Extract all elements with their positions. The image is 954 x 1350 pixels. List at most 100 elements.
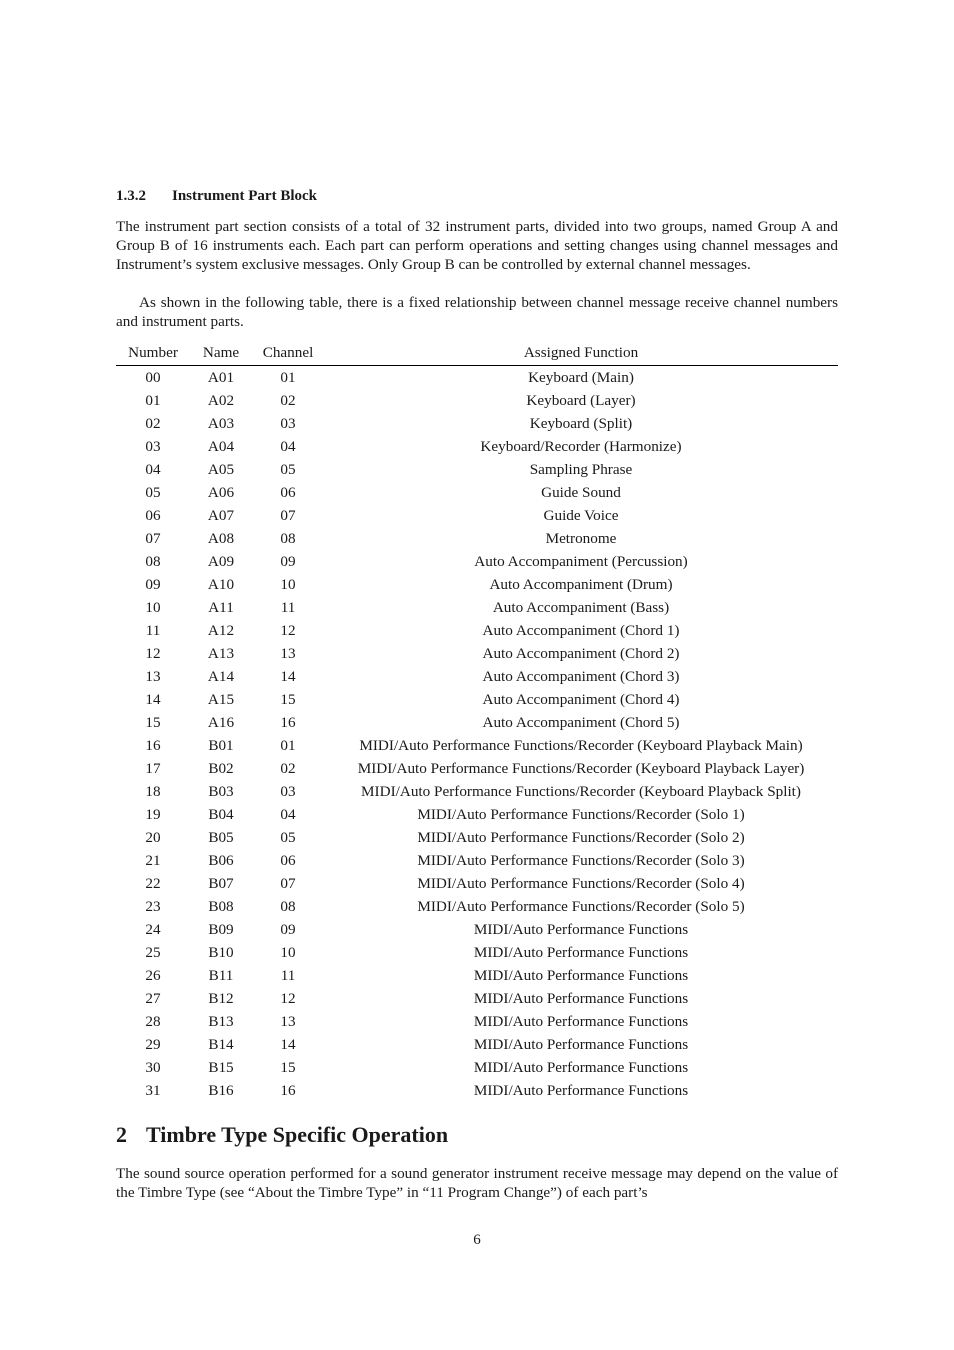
cell-assigned-function: Sampling Phrase [529,460,633,478]
table-row: 10 A11 11 Auto Accompaniment (Bass) [116,596,838,619]
cell-assigned-function: Auto Accompaniment (Chord 5) [482,713,680,731]
cell-assigned-function: MIDI/Auto Performance Functions [473,1081,689,1099]
table-row: 08 A09 09 Auto Accompaniment (Percussion) [116,550,838,573]
header-channel: Channel [252,344,324,366]
table-row: 02 A03 03 Keyboard (Split) [116,412,838,435]
cell-name: A04 [207,437,235,455]
cell-assigned-function: Auto Accompaniment (Chord 2) [482,644,680,662]
table-row: 13 A14 14 Auto Accompaniment (Chord 3) [116,665,838,688]
cell-name: A05 [207,460,235,478]
cell-name: A13 [207,644,235,662]
cell-name: B02 [208,759,234,777]
cell-channel: 01 [280,736,296,754]
cell-number: 20 [145,828,161,846]
cell-name: A06 [207,483,235,501]
cell-number: 03 [145,437,161,455]
cell-channel: 16 [280,713,296,731]
cell-assigned-function: Auto Accompaniment (Chord 1) [482,621,680,639]
cell-assigned-function: MIDI/Auto Performance Functions/Recorder… [417,851,745,869]
table-body: 00 A01 01 Keyboard (Main) 01 A02 02 Keyboard (L… [116,366,838,1103]
cell-number: 13 [145,667,161,685]
cell-assigned-function: Guide Voice [543,506,619,524]
cell-number: 16 [145,736,161,754]
table-row: 19 B04 04 MIDI/Auto Performance Functions/R… [116,803,838,826]
cell-number: 30 [145,1058,161,1076]
cell-assigned-function: MIDI/Auto Performance Functions/Recorder… [417,874,745,892]
cell-name: A01 [207,368,235,386]
cell-assigned-function: Keyboard/Recorder (Harmonize) [480,437,682,455]
cell-channel: 04 [280,805,296,823]
cell-number: 14 [145,690,161,708]
document-page: 1.3.2 Instrument Part Block The instrumen… [0,0,954,1350]
cell-channel: 15 [280,1058,296,1076]
cell-channel: 05 [280,460,296,478]
table-row: 01 A02 02 Keyboard (Layer) [116,389,838,412]
cell-assigned-function: Keyboard (Split) [529,414,633,432]
cell-assigned-function: Keyboard (Layer) [526,391,636,409]
table-row: 16 B01 01 MIDI/Auto Performance Functions/R… [116,734,838,757]
cell-number: 09 [145,575,161,593]
cell-name: A07 [207,506,235,524]
cell-number: 10 [145,598,161,616]
cell-channel: 12 [280,989,296,1007]
cell-channel: 08 [280,897,296,915]
cell-assigned-function: MIDI/Auto Performance Functions/Recorder… [417,828,745,846]
cell-assigned-function: MIDI/Auto Performance Functions [473,966,689,984]
cell-name: A12 [207,621,235,639]
cell-channel: 07 [280,506,296,524]
cell-name: B03 [208,782,234,800]
cell-assigned-function: MIDI/Auto Performance Functions [473,920,689,938]
cell-name: A09 [207,552,235,570]
table-row: 17 B02 02 MIDI/Auto Performance Functions/R… [116,757,838,780]
table-row: 27 B12 12 MIDI/Auto Performance Functions [116,987,838,1010]
table-row: 06 A07 07 Guide Voice [116,504,838,527]
cell-channel: 14 [280,667,296,685]
cell-name: B09 [208,920,234,938]
cell-channel: 07 [280,874,296,892]
cell-number: 17 [145,759,161,777]
cell-assigned-function: Guide Sound [541,483,621,501]
table-row: 24 B09 09 MIDI/Auto Performance Functions [116,918,838,941]
cell-channel: 13 [280,1012,296,1030]
cell-name: B15 [208,1058,234,1076]
instrument-part-table: Number Name Channel Assigned Function 00… [116,344,838,1102]
cell-name: B11 [208,966,234,984]
header-assigned-function: Assigned Function [324,344,838,366]
cell-assigned-function: MIDI/Auto Performance Functions/Recorder… [417,897,745,915]
table-row: 04 A05 05 Sampling Phrase [116,458,838,481]
table-row: 15 A16 16 Auto Accompaniment (Chord 5) [116,711,838,734]
cell-channel: 02 [280,391,296,409]
table-row: 03 A04 04 Keyboard/Recorder (Harmonize) [116,435,838,458]
table-row: 00 A01 01 Keyboard (Main) [116,366,838,390]
section-title: Timbre Type Specific Operation [146,1122,449,1147]
cell-name: A08 [207,529,235,547]
cell-assigned-function: MIDI/Auto Performance Functions [473,943,689,961]
cell-assigned-function: MIDI/Auto Performance Functions [473,989,689,1007]
cell-name: B14 [208,1035,234,1053]
cell-assigned-function: Auto Accompaniment (Drum) [489,575,673,593]
section-paragraph: The sound source operation performed for… [116,1165,838,1202]
table-row: 26 B11 11 MIDI/Auto Performance Functions [116,964,838,987]
cell-number: 02 [145,414,161,432]
table-row: 14 A15 15 Auto Accompaniment (Chord 4) [116,688,838,711]
cell-number: 18 [145,782,161,800]
cell-name: B13 [208,1012,234,1030]
cell-channel: 11 [280,598,296,616]
cell-name: A16 [207,713,235,731]
table-row: 21 B06 06 MIDI/Auto Performance Functions/R… [116,849,838,872]
table-row: 23 B08 08 MIDI/Auto Performance Functions/R… [116,895,838,918]
cell-number: 12 [145,644,161,662]
cell-name: B04 [208,805,234,823]
cell-number: 11 [145,621,161,639]
subsection-title: Instrument Part Block [172,188,317,204]
cell-assigned-function: MIDI/Auto Performance Functions/Recorder… [357,759,805,777]
cell-channel: 06 [280,851,296,869]
cell-name: A15 [207,690,235,708]
cell-number: 19 [145,805,161,823]
cell-assigned-function: Auto Accompaniment (Chord 3) [482,667,680,685]
table-row: 30 B15 15 MIDI/Auto Performance Functions [116,1056,838,1079]
cell-name: B08 [208,897,234,915]
cell-name: A02 [207,391,235,409]
cell-assigned-function: Metronome [545,529,617,547]
cell-number: 28 [145,1012,161,1030]
